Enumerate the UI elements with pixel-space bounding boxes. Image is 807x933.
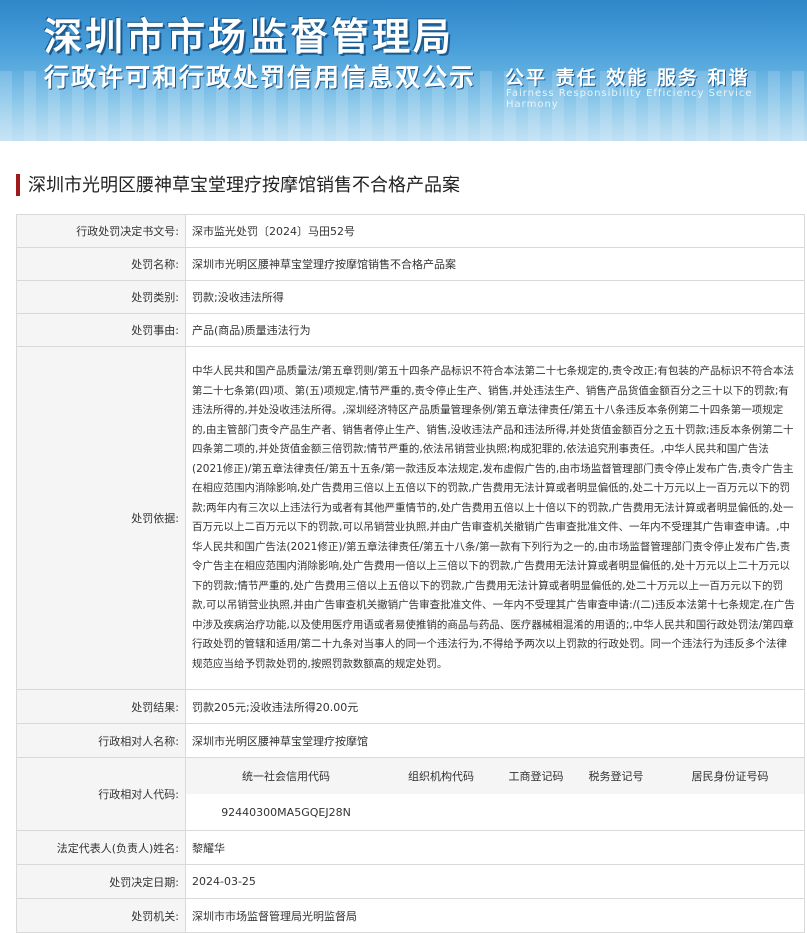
header-id-card-no: 居民身份证号码 (656, 758, 804, 794)
label-party-code: 行政相对人代码: (16, 757, 186, 831)
value-biz-reg-code (496, 794, 576, 830)
header-org-code: 组织机构代码 (386, 758, 496, 794)
row-basis: 处罚依据: 中华人民共和国产品质量法/第五章罚则/第五十四条产品标识不符合本法第… (16, 346, 805, 690)
row-doc-no: 行政处罚决定书文号: 深市监光处罚〔2024〕马田52号 (16, 214, 805, 248)
value-basis: 中华人民共和国产品质量法/第五章罚则/第五十四条产品标识不符合本法第二十七条规定… (185, 346, 805, 690)
header-biz-reg-code: 工商登记码 (496, 758, 576, 794)
value-case-name: 深圳市光明区腰神草宝堂理疗按摩馆销售不合格产品案 (185, 247, 805, 281)
value-tax-reg-no (576, 794, 656, 830)
label-authority: 处罚机关: (16, 898, 186, 933)
label-result: 处罚结果: (16, 689, 186, 724)
party-code-header-row: 统一社会信用代码 组织机构代码 工商登记码 税务登记号 居民身份证号码 (186, 758, 804, 794)
row-legal-rep: 法定代表人(负责人)姓名: 黎耀华 (16, 830, 805, 865)
banner-slogan-en: Fairness Responsibility Efficiency Servi… (506, 88, 753, 110)
value-doc-no: 深市监光处罚〔2024〕马田52号 (185, 214, 805, 248)
party-code-value-row: 92440300MA5GQEJ28N (186, 794, 804, 830)
value-authority: 深圳市市场监督管理局光明监督局 (185, 898, 805, 933)
value-decision-date: 2024-03-25 (185, 864, 805, 899)
value-party-name: 深圳市光明区腰神草宝堂理疗按摩馆 (185, 723, 805, 758)
label-legal-rep: 法定代表人(负责人)姓名: (16, 830, 186, 865)
agency-title: 深圳市市场监督管理局 (44, 15, 455, 59)
row-cause: 处罚事由: 产品(商品)质量违法行为 (16, 313, 805, 347)
page-title-bar: 深圳市光明区腰神草宝堂理疗按摩馆销售不合格产品案 (0, 152, 807, 212)
value-legal-rep: 黎耀华 (185, 830, 805, 865)
row-case-name: 处罚名称: 深圳市光明区腰神草宝堂理疗按摩馆销售不合格产品案 (16, 247, 805, 281)
page-title: 深圳市光明区腰神草宝堂理疗按摩馆销售不合格产品案 (28, 175, 460, 196)
value-cause: 产品(商品)质量违法行为 (185, 313, 805, 347)
row-party-name: 行政相对人名称: 深圳市光明区腰神草宝堂理疗按摩馆 (16, 723, 805, 758)
label-party-name: 行政相对人名称: (16, 723, 186, 758)
party-code-cell: 统一社会信用代码 组织机构代码 工商登记码 税务登记号 居民身份证号码 9244… (185, 757, 805, 831)
banner-subtitle: 行政许可和行政处罚信用信息双公示 (44, 63, 477, 92)
value-credit-code: 92440300MA5GQEJ28N (221, 805, 351, 819)
header-credit-code: 统一社会信用代码 (186, 758, 386, 794)
banner-slogan: 公平 责任 效能 服务 和谐 (505, 67, 750, 89)
value-org-code (386, 794, 496, 830)
party-code-subtable: 统一社会信用代码 组织机构代码 工商登记码 税务登记号 居民身份证号码 9244… (186, 758, 804, 830)
label-basis: 处罚依据: (16, 346, 186, 690)
value-result: 罚款205元;没收违法所得20.00元 (185, 689, 805, 724)
label-decision-date: 处罚决定日期: (16, 864, 186, 899)
row-authority: 处罚机关: 深圳市市场监督管理局光明监督局 (16, 898, 805, 933)
value-id-card-no (656, 794, 804, 830)
label-cause: 处罚事由: (16, 313, 186, 347)
label-case-name: 处罚名称: (16, 247, 186, 281)
penalty-info-table: 行政处罚决定书文号: 深市监光处罚〔2024〕马田52号 处罚名称: 深圳市光明… (16, 214, 805, 933)
value-category: 罚款;没收违法所得 (185, 280, 805, 314)
header-banner: 深圳市市场监督管理局 行政许可和行政处罚信用信息双公示 公平 责任 效能 服务 … (0, 0, 807, 141)
row-result: 处罚结果: 罚款205元;没收违法所得20.00元 (16, 689, 805, 724)
header-tax-reg-no: 税务登记号 (576, 758, 656, 794)
row-decision-date: 处罚决定日期: 2024-03-25 (16, 864, 805, 899)
row-party-code: 行政相对人代码: 统一社会信用代码 组织机构代码 工商登记码 税务登记号 居民身… (16, 757, 805, 831)
row-category: 处罚类别: 罚款;没收违法所得 (16, 280, 805, 314)
label-doc-no: 行政处罚决定书文号: (16, 214, 186, 248)
label-category: 处罚类别: (16, 280, 186, 314)
title-marker (16, 174, 20, 196)
